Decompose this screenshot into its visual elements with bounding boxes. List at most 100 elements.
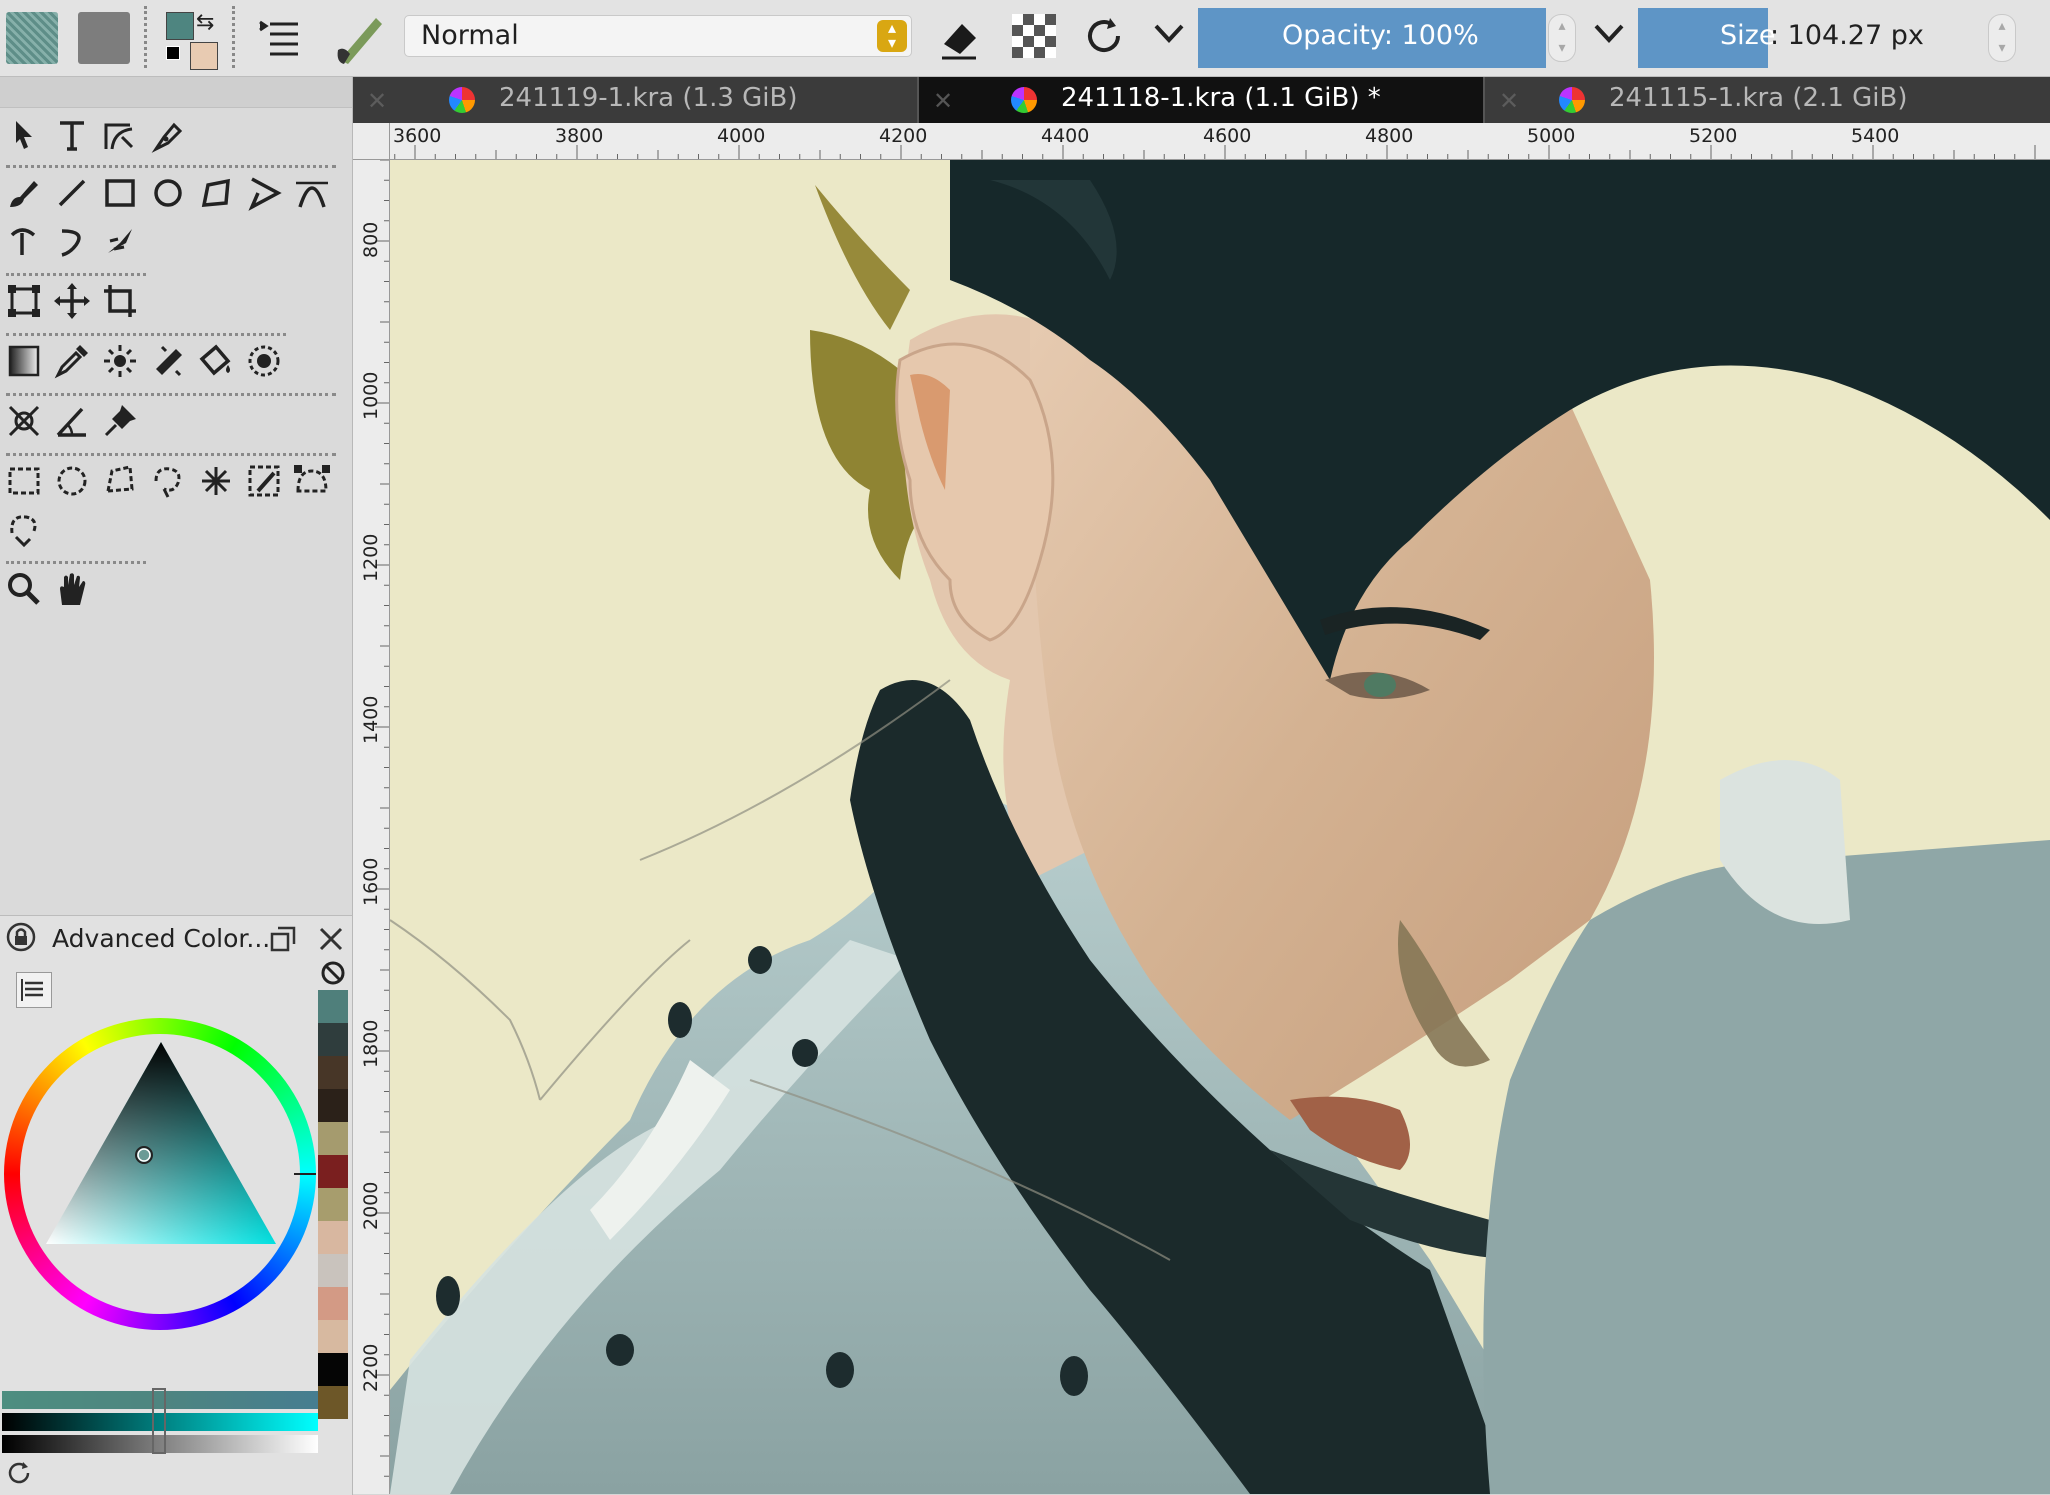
magnetic-selection-icon[interactable] bbox=[4, 509, 44, 549]
close-icon[interactable] bbox=[316, 924, 346, 958]
ruler-ticks bbox=[375, 159, 389, 1477]
calligraphy-pen-icon[interactable] bbox=[148, 115, 188, 155]
size-spinner[interactable]: ▴ ▾ bbox=[1988, 14, 2016, 62]
color-history-swatch[interactable] bbox=[318, 1188, 348, 1221]
pattern-icon[interactable] bbox=[6, 12, 58, 64]
crop-tool-icon[interactable] bbox=[100, 281, 140, 321]
opacity-spinner[interactable]: ▴ ▾ bbox=[1548, 14, 1576, 62]
reload-preset-icon[interactable] bbox=[1082, 14, 1126, 62]
foreground-color-swatch[interactable] bbox=[166, 12, 194, 40]
assistant-tool-icon[interactable] bbox=[4, 401, 44, 441]
gradient-icon[interactable] bbox=[78, 12, 130, 64]
bezier-curve-icon[interactable] bbox=[292, 173, 332, 213]
close-icon[interactable]: ✕ bbox=[1499, 87, 1519, 115]
toolbox-header bbox=[0, 77, 352, 108]
color-history-swatch[interactable] bbox=[318, 1254, 348, 1287]
size-label-prefix: Size bbox=[1720, 20, 1776, 51]
settings-list-icon[interactable] bbox=[16, 972, 52, 1008]
tab-label: 241118-1.kra (1.1 GiB) * bbox=[1061, 83, 1381, 113]
eraser-icon[interactable] bbox=[936, 14, 984, 66]
brush-preview-icon[interactable] bbox=[334, 10, 384, 70]
brush-presets-icon[interactable] bbox=[258, 16, 302, 64]
artwork-painting[interactable] bbox=[390, 160, 2050, 1494]
pan-tool-icon[interactable] bbox=[52, 569, 92, 609]
freehand-path-icon[interactable] bbox=[4, 221, 44, 261]
fill-tool-icon[interactable] bbox=[196, 341, 236, 381]
text-tool-icon[interactable] bbox=[52, 115, 92, 155]
saturation-value-triangle[interactable] bbox=[4, 1018, 316, 1330]
blend-mode-label: Normal bbox=[421, 20, 519, 51]
ruler-label: 2000 bbox=[360, 1181, 382, 1230]
rectangular-selection-icon[interactable] bbox=[4, 461, 44, 501]
tab-label: 241119-1.kra (1.3 GiB) bbox=[499, 83, 798, 113]
colorize-mask-icon[interactable] bbox=[100, 341, 140, 381]
color-history-swatch[interactable] bbox=[318, 1353, 348, 1386]
dynamic-brush-icon[interactable] bbox=[52, 221, 92, 261]
reset-colors-icon[interactable] bbox=[166, 46, 180, 60]
freehand-brush-icon[interactable] bbox=[4, 173, 44, 213]
color-history-swatch[interactable] bbox=[318, 1386, 348, 1419]
tab-241119[interactable]: ✕ 241119-1.kra (1.3 GiB) bbox=[353, 77, 917, 123]
color-history-swatch[interactable] bbox=[318, 1320, 348, 1353]
tab-241115[interactable]: ✕ 241115-1.kra (2.1 GiB) bbox=[1485, 77, 2050, 123]
smart-patch-icon[interactable] bbox=[148, 341, 188, 381]
polyline-tool-icon[interactable] bbox=[244, 173, 284, 213]
slider-handle[interactable] bbox=[152, 1388, 166, 1454]
elliptical-selection-icon[interactable] bbox=[52, 461, 92, 501]
ruler-label: 1800 bbox=[360, 1019, 382, 1068]
horizontal-ruler[interactable]: 3600 3800 4000 4200 4400 4600 4800 5000 5200 5400 bbox=[353, 123, 2050, 160]
rectangle-tool-icon[interactable] bbox=[100, 173, 140, 213]
opacity-slider[interactable]: Opacity: 100% bbox=[1198, 8, 1546, 68]
reference-pin-icon[interactable] bbox=[100, 401, 140, 441]
color-history-swatch[interactable] bbox=[318, 1155, 348, 1188]
swap-colors-icon[interactable]: ⇆ bbox=[196, 10, 214, 35]
tab-241118[interactable]: ✕ 241118-1.kra (1.1 GiB) * bbox=[919, 77, 1483, 123]
lock-icon[interactable] bbox=[6, 922, 36, 956]
vertical-ruler[interactable]: 800 1000 1200 1400 1600 1800 2000 2200 bbox=[353, 159, 390, 1494]
color-history-swatch[interactable] bbox=[318, 1023, 348, 1056]
contiguous-selection-icon[interactable] bbox=[196, 461, 236, 501]
zoom-tool-icon[interactable] bbox=[4, 569, 44, 609]
multibrush-icon[interactable] bbox=[100, 221, 140, 261]
alpha-lock-icon[interactable] bbox=[1012, 14, 1056, 58]
background-color-swatch[interactable] bbox=[190, 42, 218, 70]
ruler-corner bbox=[353, 123, 390, 160]
edit-shapes-icon[interactable] bbox=[100, 115, 140, 155]
bezier-selection-icon[interactable] bbox=[292, 461, 332, 501]
color-history-swatch[interactable] bbox=[318, 1056, 348, 1089]
color-history-swatch[interactable] bbox=[318, 1122, 348, 1155]
transform-tool-icon[interactable] bbox=[4, 281, 44, 321]
document-tabs: ✕ 241119-1.kra (1.3 GiB) ✕ 241118-1.kra … bbox=[353, 77, 2050, 123]
blend-mode-dropdown[interactable]: Normal ▴ ▾ bbox=[404, 15, 912, 57]
ellipse-tool-icon[interactable] bbox=[148, 173, 188, 213]
fg-bg-color-selector[interactable]: ⇆ bbox=[162, 8, 220, 70]
float-panel-icon[interactable] bbox=[268, 924, 298, 958]
gradient-tool-icon[interactable] bbox=[4, 341, 44, 381]
clear-color-icon[interactable] bbox=[320, 960, 346, 990]
freehand-selection-icon[interactable] bbox=[148, 461, 188, 501]
krita-logo-icon bbox=[1011, 87, 1037, 113]
color-history-swatch[interactable] bbox=[318, 1287, 348, 1320]
chevron-down-icon[interactable] bbox=[1592, 22, 1626, 46]
drawing-canvas[interactable] bbox=[390, 160, 2050, 1494]
close-icon[interactable]: ✕ bbox=[367, 87, 387, 115]
color-picker-icon[interactable] bbox=[52, 341, 92, 381]
color-history-swatch[interactable] bbox=[318, 990, 348, 1023]
refresh-icon[interactable] bbox=[4, 1458, 34, 1492]
polygon-tool-icon[interactable] bbox=[196, 173, 236, 213]
move-tool-icon[interactable] bbox=[52, 281, 92, 321]
chevron-down-icon[interactable] bbox=[1152, 22, 1186, 46]
polygonal-selection-icon[interactable] bbox=[100, 461, 140, 501]
ruler-label: 2200 bbox=[360, 1343, 382, 1392]
measure-tool-icon[interactable] bbox=[52, 401, 92, 441]
enclose-fill-icon[interactable] bbox=[244, 341, 284, 381]
toolbox-panel bbox=[0, 77, 353, 915]
ruler-label: 4000 bbox=[717, 125, 766, 147]
line-tool-icon[interactable] bbox=[52, 173, 92, 213]
select-shapes-icon[interactable] bbox=[4, 115, 44, 155]
color-history-swatch[interactable] bbox=[318, 1089, 348, 1122]
color-history-swatch[interactable] bbox=[318, 1221, 348, 1254]
size-slider-fill[interactable]: Size bbox=[1638, 8, 1775, 68]
similar-color-selection-icon[interactable] bbox=[244, 461, 284, 501]
close-icon[interactable]: ✕ bbox=[933, 87, 953, 115]
